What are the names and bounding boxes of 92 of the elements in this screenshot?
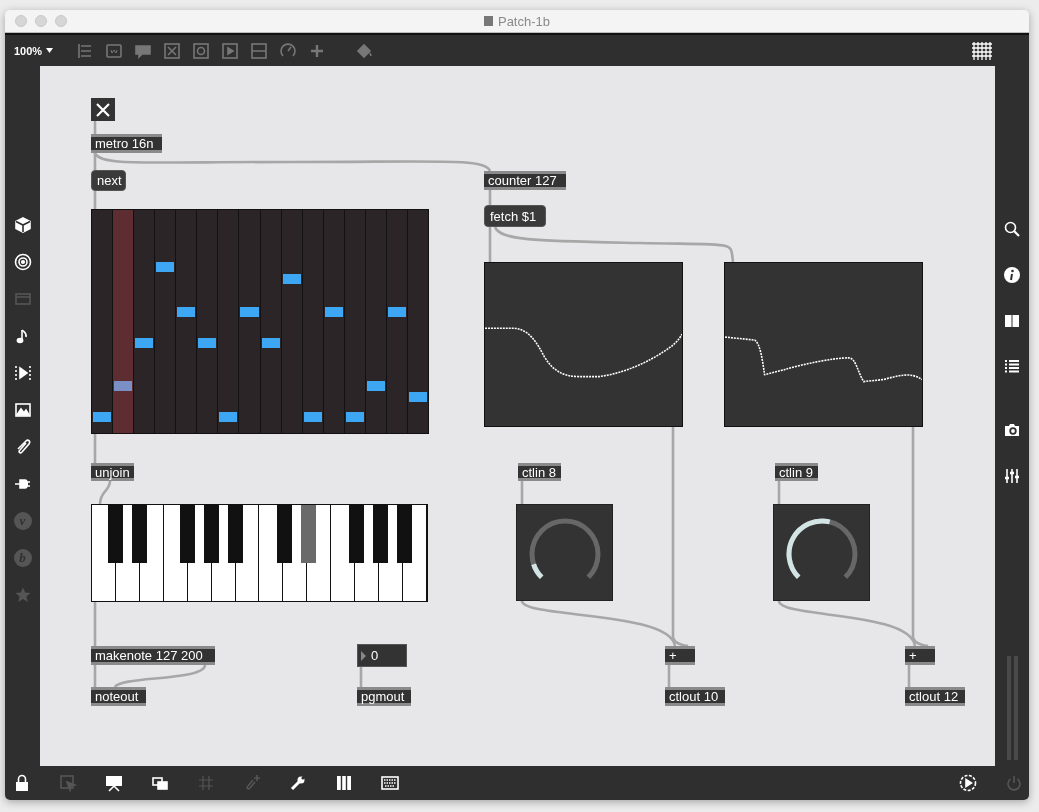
step-column[interactable]: [260, 210, 281, 433]
patch-cord[interactable]: [493, 226, 735, 263]
x-mark-icon: [95, 101, 111, 118]
target-icon[interactable]: [13, 253, 32, 271]
sharp-key[interactable]: [372, 505, 388, 563]
sharp-key[interactable]: [132, 505, 148, 563]
play-circle-icon[interactable]: [959, 774, 977, 792]
sharp-key[interactable]: [396, 505, 412, 563]
patch-object: ctlout 10: [665, 687, 725, 706]
play-icon[interactable]: [13, 364, 32, 382]
cube-icon[interactable]: [13, 216, 32, 234]
step-cell[interactable]: [156, 262, 175, 273]
step-cell[interactable]: [240, 307, 259, 318]
step-sequencer-grid[interactable]: [91, 209, 429, 434]
step-cell[interactable]: [198, 338, 217, 349]
step-cell[interactable]: [366, 380, 385, 391]
step-cell[interactable]: [303, 411, 322, 422]
comment-box-icon[interactable]: [105, 41, 124, 60]
patch-object: ctlin 9: [775, 463, 818, 481]
step-cell[interactable]: [135, 338, 154, 349]
patch-object: makenote 127 200: [91, 646, 215, 665]
step-cell[interactable]: [261, 338, 280, 349]
step-cell[interactable]: [408, 391, 427, 402]
step-column[interactable]: [344, 210, 365, 433]
message-button[interactable]: next: [91, 170, 126, 191]
image-icon[interactable]: [13, 401, 32, 419]
sharp-key[interactable]: [204, 505, 220, 563]
lock-icon[interactable]: [13, 774, 31, 792]
toggle[interactable]: [91, 98, 115, 121]
patch-object: unjoin: [91, 463, 134, 481]
document-icon: [483, 16, 493, 26]
step-column[interactable]: [176, 210, 197, 433]
presentation-icon[interactable]: [105, 774, 123, 792]
patch-object: noteout: [91, 687, 146, 706]
step-column[interactable]: [113, 210, 134, 433]
step-cell[interactable]: [219, 411, 238, 422]
patch-object: counter 127: [484, 171, 566, 190]
triangle-icon: [361, 650, 366, 661]
keyboard-icon[interactable]: [381, 774, 399, 792]
patch-object: ctlin 8: [518, 463, 561, 481]
step-column[interactable]: [155, 210, 176, 433]
paint-bucket-icon[interactable]: [355, 41, 374, 60]
step-column[interactable]: [239, 210, 260, 433]
patch-cord[interactable]: [98, 480, 112, 505]
windows-icon[interactable]: [151, 774, 169, 792]
step-column[interactable]: [281, 210, 302, 433]
caret-icon[interactable]: [46, 48, 54, 53]
piano-keyboard[interactable]: [91, 504, 428, 602]
piano-keys-icon[interactable]: [335, 774, 353, 792]
window-title: Patch-1b: [497, 13, 550, 29]
step-cell[interactable]: [93, 411, 112, 422]
step-column[interactable]: [92, 210, 113, 433]
camera-icon[interactable]: [1003, 421, 1021, 439]
dial[interactable]: [773, 504, 870, 601]
step-cell[interactable]: [282, 273, 301, 284]
patch-object: +: [665, 646, 695, 665]
slider-box-icon[interactable]: [250, 41, 269, 60]
step-column[interactable]: [407, 210, 428, 433]
zoom-menu[interactable]: 100%: [14, 44, 43, 57]
number-box[interactable]: 0: [357, 644, 407, 667]
step-column[interactable]: [386, 210, 407, 433]
number-value: 0: [371, 648, 379, 663]
step-column[interactable]: [323, 210, 344, 433]
message-button[interactable]: fetch $1: [484, 205, 546, 227]
step-cell[interactable]: [345, 411, 364, 422]
patch-object: metro 16n: [91, 134, 162, 153]
search-icon[interactable]: [1003, 220, 1021, 238]
step-cell[interactable]: [387, 307, 406, 318]
sharp-key[interactable]: [180, 505, 196, 563]
step-column[interactable]: [302, 210, 323, 433]
sharp-key[interactable]: [228, 505, 244, 563]
button-box-icon[interactable]: [192, 41, 211, 60]
step-cell[interactable]: [324, 307, 343, 318]
step-cell[interactable]: [114, 380, 133, 391]
patch-object: pgmout: [357, 687, 411, 706]
step-column[interactable]: [134, 210, 155, 433]
step-column[interactable]: [365, 210, 386, 433]
sharp-key[interactable]: [108, 505, 124, 563]
step-cell[interactable]: [177, 307, 196, 318]
sharp-key[interactable]: [276, 505, 292, 563]
patch-object: +: [905, 646, 935, 665]
wrench-icon[interactable]: [289, 774, 307, 792]
step-column[interactable]: [197, 210, 218, 433]
info-icon[interactable]: [1003, 266, 1021, 284]
toggle-box-icon[interactable]: [163, 41, 182, 60]
play-box-icon[interactable]: [221, 41, 240, 60]
mixer-icon[interactable]: [1003, 467, 1021, 485]
sharp-key[interactable]: [348, 505, 364, 563]
patch-object: ctlout 12: [905, 687, 965, 706]
dial-track: [529, 518, 600, 579]
step-column[interactable]: [218, 210, 239, 433]
book-icon[interactable]: [1003, 312, 1021, 330]
